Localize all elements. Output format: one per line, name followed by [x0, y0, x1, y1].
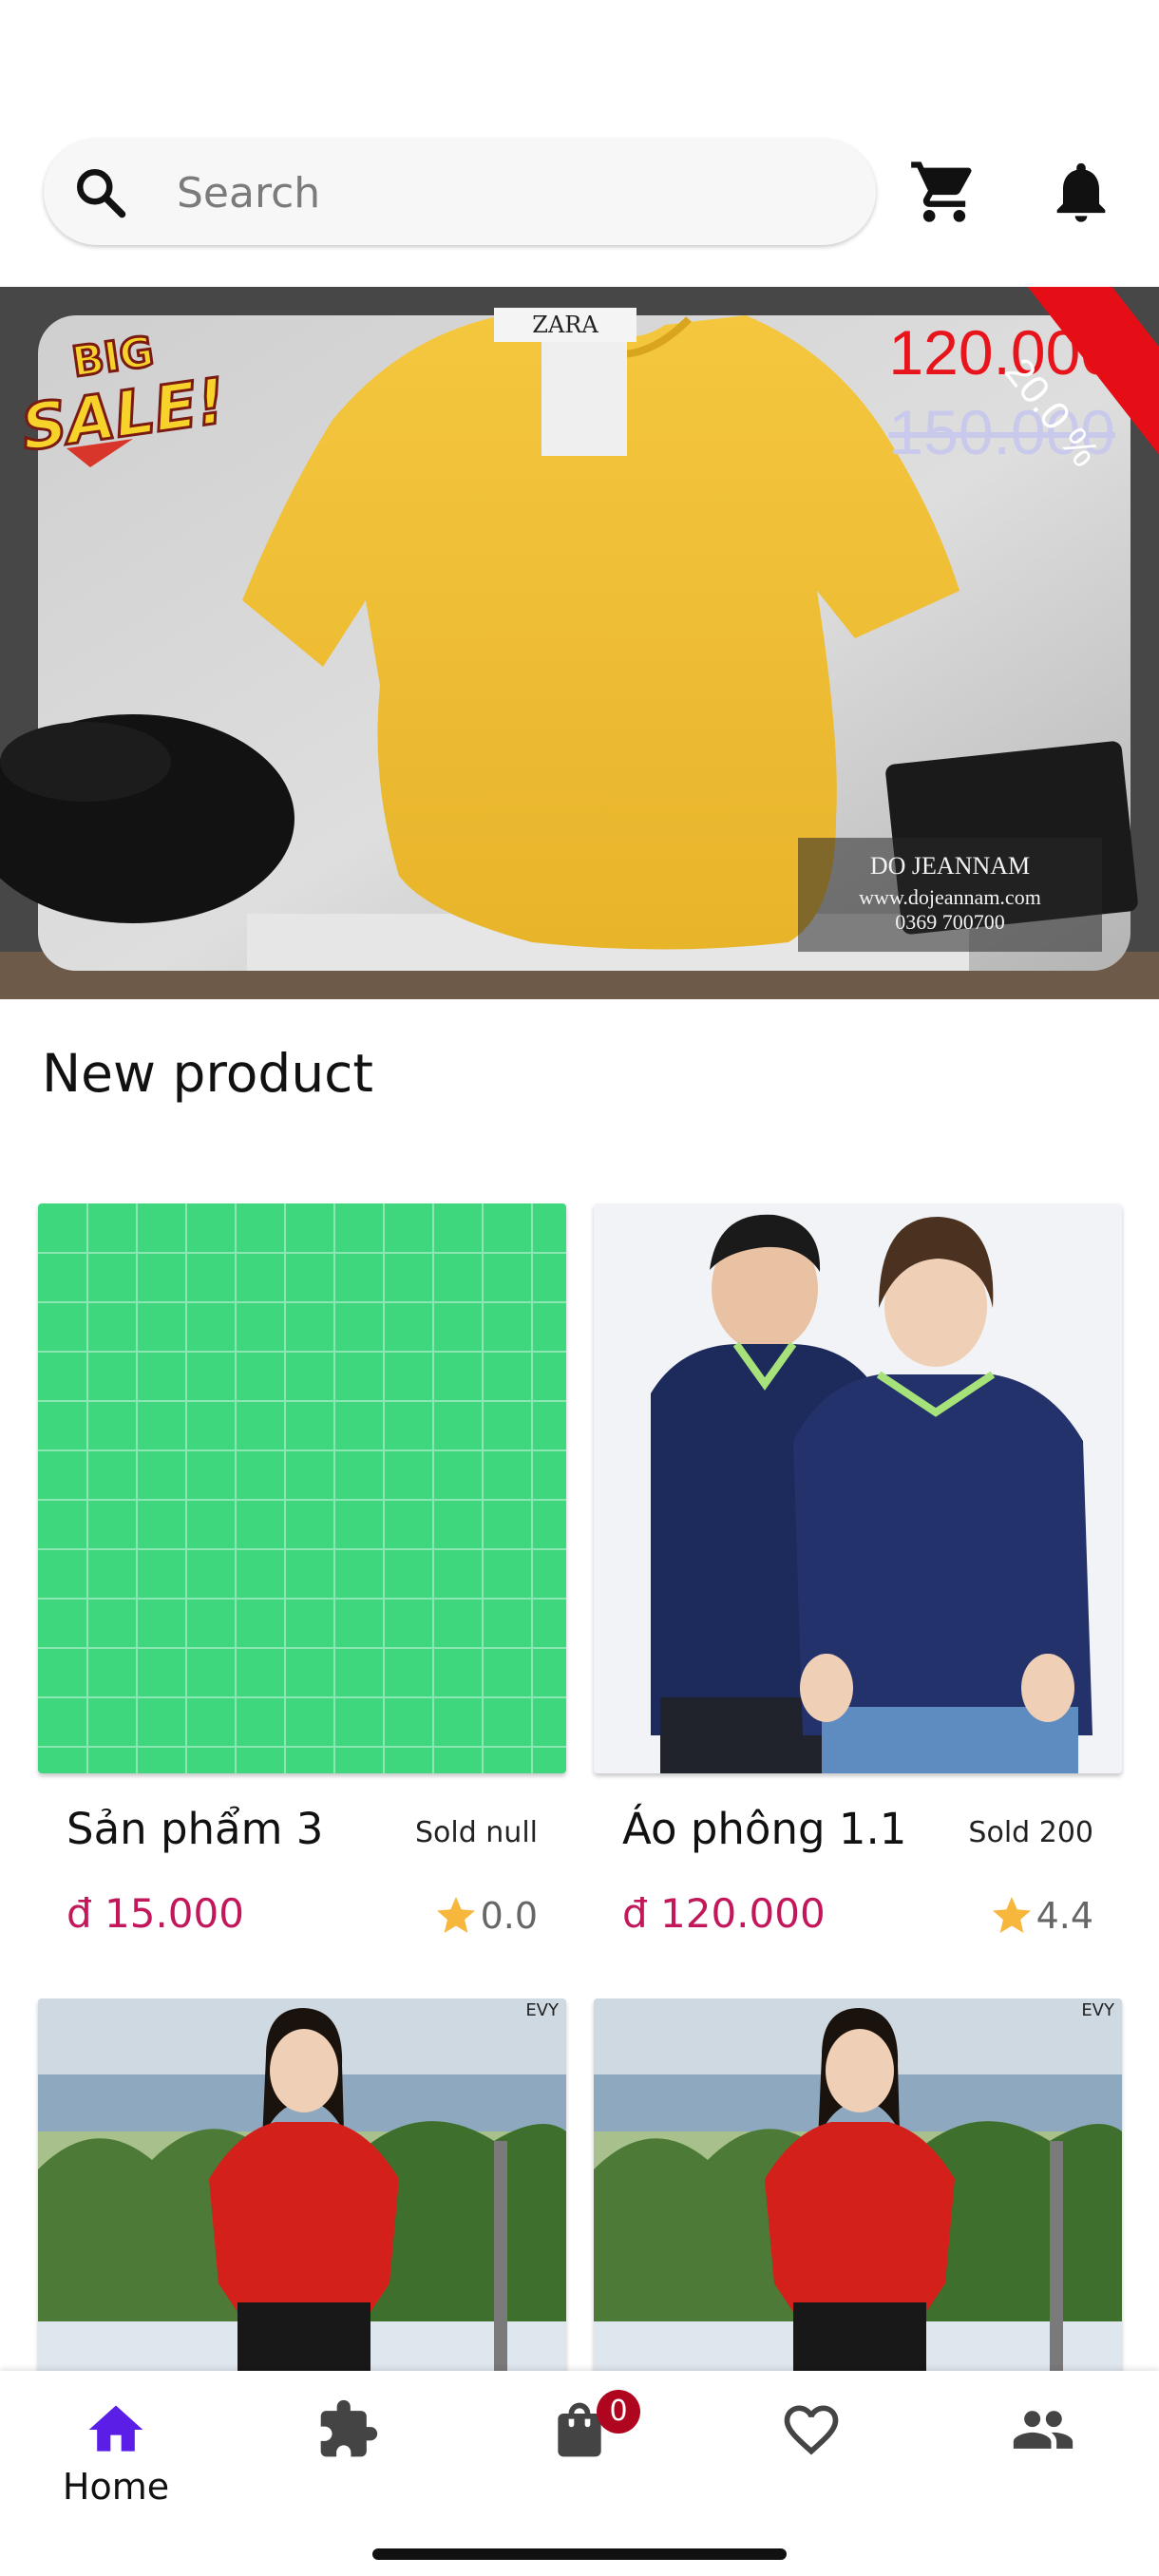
- cart-icon[interactable]: [908, 156, 980, 228]
- nav-item-home[interactable]: Home: [0, 2371, 232, 2542]
- photo-watermark: EVY: [525, 2000, 560, 2020]
- heart-icon: [784, 2405, 839, 2455]
- photo-phone-text: 0369 700700: [895, 910, 1005, 934]
- photo-watermark: EVY: [1081, 2000, 1115, 2020]
- product-price: đ 15.000: [66, 1890, 244, 1937]
- star-icon: [436, 1897, 475, 1933]
- product-name: Áo phông 1.1: [622, 1804, 907, 1854]
- puzzle-icon: [320, 2399, 378, 2457]
- nav-item-puzzle[interactable]: [232, 2371, 464, 2542]
- star-icon: [992, 1897, 1031, 1933]
- product-image[interactable]: [38, 1203, 566, 1773]
- rating-value: 0.0: [480, 1895, 538, 1937]
- search-bar[interactable]: [44, 139, 876, 245]
- nav-item-people[interactable]: [927, 2371, 1159, 2542]
- product-image[interactable]: [594, 1203, 1122, 1773]
- product-rating: 4.4: [989, 1892, 1093, 1940]
- promo-banner[interactable]: ZARA DO JEANNAM www.dojeannam.com 0369 7…: [0, 287, 1159, 999]
- nav-item-bag[interactable]: [464, 2371, 695, 2542]
- top-bar: [0, 123, 1159, 256]
- bottom-nav: Home 0: [0, 2371, 1159, 2576]
- home-indicator: [372, 2548, 787, 2560]
- product-name: Sản phẩm 3: [66, 1804, 324, 1854]
- nav-item-favorites[interactable]: [695, 2371, 927, 2542]
- photo-brand-text: DO JEANNAM: [870, 852, 1030, 880]
- cart-badge: 0: [597, 2390, 640, 2434]
- people-icon: [1013, 2411, 1074, 2449]
- home-icon: [88, 2405, 143, 2452]
- photo-website-text: www.dojeannam.com: [859, 885, 1041, 909]
- shirt-tag-text: ZARA: [532, 312, 598, 338]
- search-icon: [77, 169, 126, 218]
- bell-icon[interactable]: [1045, 156, 1117, 228]
- banner-photo: ZARA DO JEANNAM www.dojeannam.com 0369 7…: [0, 287, 1159, 999]
- product-rating: 0.0: [433, 1892, 538, 1940]
- section-title: New product: [42, 1043, 373, 1104]
- search-input[interactable]: [175, 158, 844, 228]
- rating-value: 4.4: [1036, 1895, 1093, 1937]
- product-sold: Sold null: [414, 1816, 538, 1849]
- nav-label-home: Home: [62, 2466, 170, 2508]
- product-sold: Sold 200: [968, 1816, 1093, 1849]
- product-price: đ 120.000: [622, 1890, 826, 1937]
